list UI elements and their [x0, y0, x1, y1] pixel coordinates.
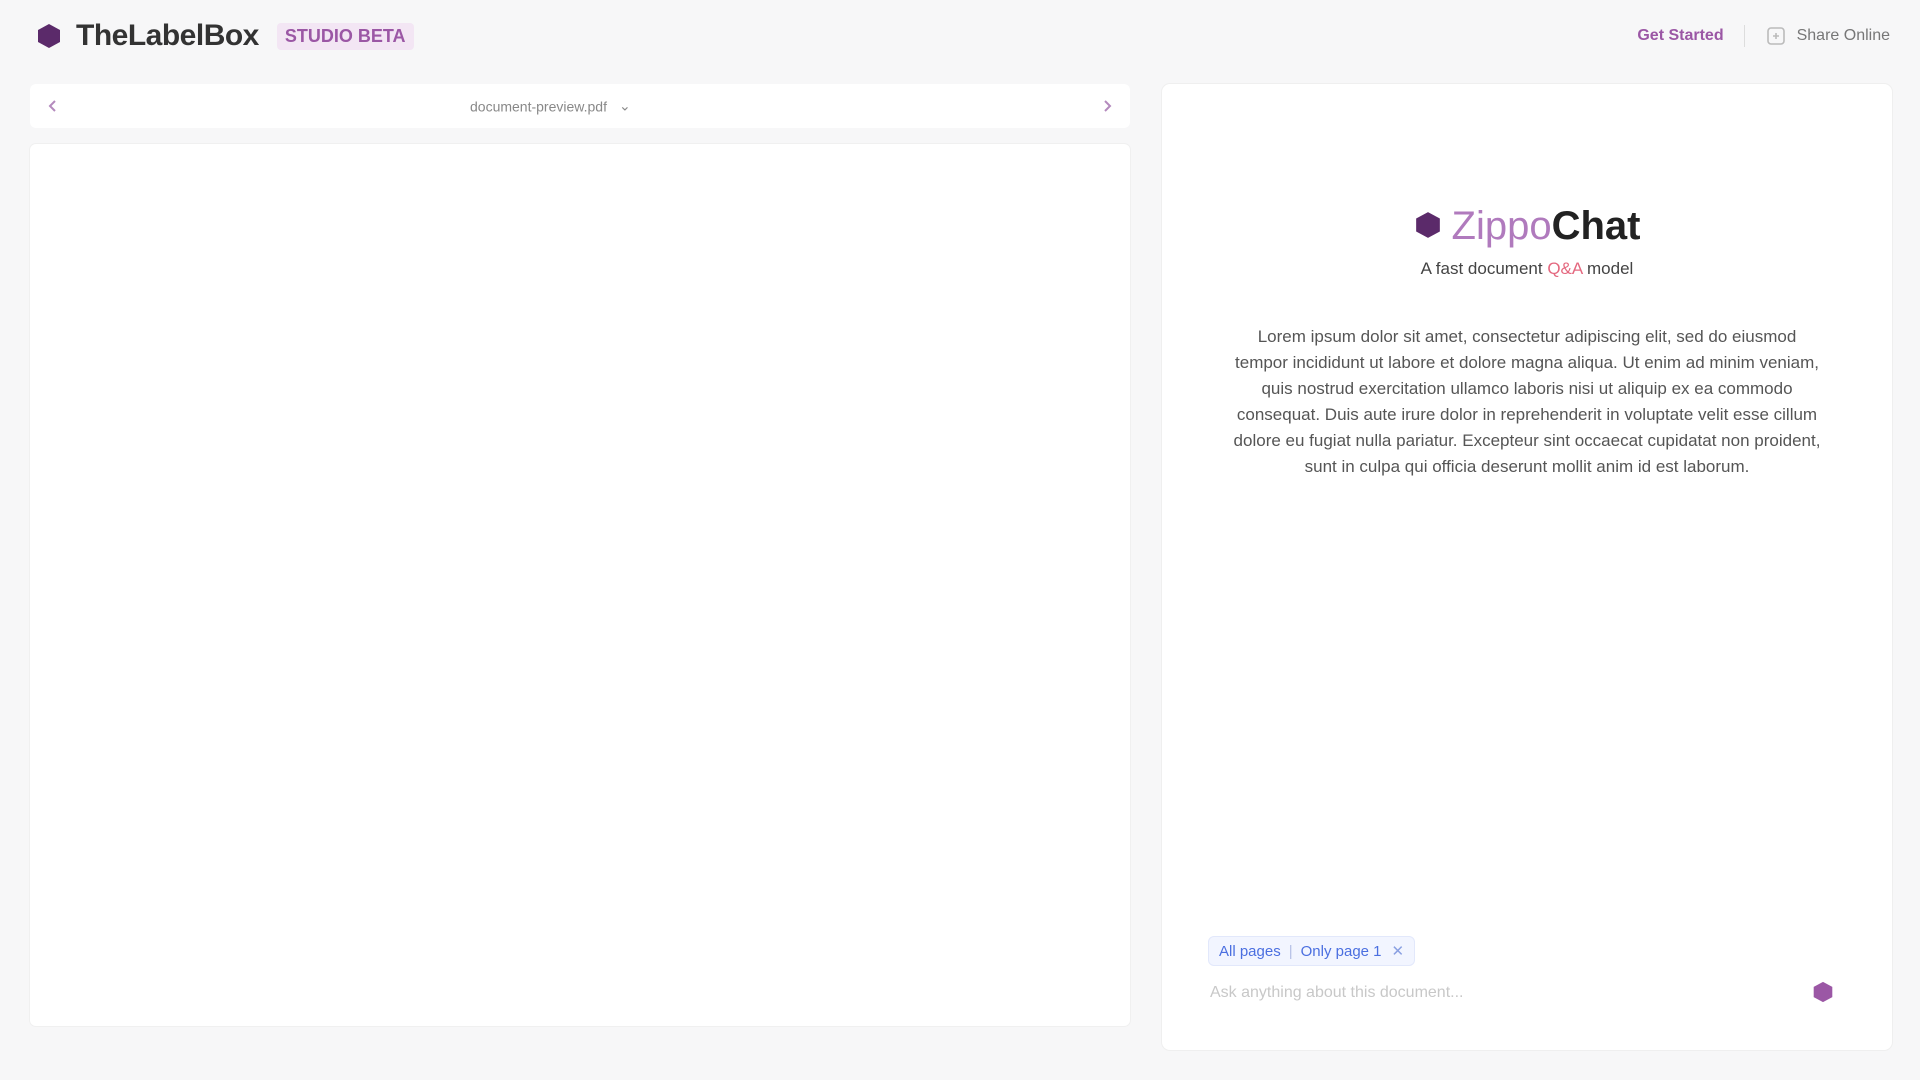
- chat-title: ZippoChat: [1162, 204, 1892, 249]
- viewer-toolbar: document-preview.pdf ⌄: [30, 84, 1130, 128]
- get-started-link[interactable]: Get Started: [1637, 27, 1723, 45]
- sidebar-toggle-icon[interactable]: [42, 95, 64, 117]
- chevron-down-icon: ⌄: [618, 97, 631, 114]
- subtitle-prefix: A fast document: [1420, 259, 1543, 278]
- chat-title-part1: Zippo: [1451, 204, 1552, 248]
- page-scope-chips: All pages | Only page 1 ✕: [1208, 936, 1416, 966]
- close-icon[interactable]: ✕: [1386, 942, 1405, 960]
- share-button[interactable]: Share Online: [1765, 25, 1890, 47]
- chat-subtitle: A fast document Q&A model: [1162, 259, 1892, 279]
- document-page[interactable]: [30, 144, 1130, 1026]
- brand-tag: STUDIO BETA: [276, 22, 414, 50]
- top-actions: Get Started Share Online: [1637, 25, 1890, 47]
- chat-logo-icon: [1414, 204, 1442, 249]
- subtitle-highlight: Q&A: [1547, 259, 1583, 278]
- chat-input[interactable]: [1208, 976, 1808, 1010]
- send-button[interactable]: [1808, 977, 1838, 1007]
- download-icon[interactable]: [1096, 95, 1118, 117]
- send-icon: [1813, 981, 1833, 1003]
- subtitle-suffix: model: [1587, 259, 1634, 278]
- chat-panel: ZippoChat A fast document Q&A model Lore…: [1162, 84, 1892, 1050]
- brand[interactable]: TheLabelBox STUDIO BETA: [36, 19, 414, 53]
- divider: [1743, 25, 1745, 47]
- document-name: document-preview.pdf: [470, 98, 607, 114]
- chip-separator: |: [1288, 942, 1293, 960]
- share-label: Share Online: [1796, 27, 1890, 44]
- chip-all-pages[interactable]: All pages: [1219, 943, 1281, 960]
- brand-logo-icon: [36, 23, 62, 49]
- document-title[interactable]: document-preview.pdf ⌄: [470, 98, 631, 115]
- brand-name: TheLabelBox: [76, 19, 259, 52]
- chat-title-part2: Chat: [1551, 204, 1641, 248]
- chip-only-page[interactable]: Only page 1: [1301, 943, 1382, 960]
- chat-description: Lorem ipsum dolor sit amet, consectetur …: [1233, 327, 1821, 476]
- top-bar: TheLabelBox STUDIO BETA Get Started Shar…: [0, 0, 1920, 72]
- document-viewer: document-preview.pdf ⌄: [30, 84, 1130, 1050]
- share-icon: [1765, 25, 1787, 47]
